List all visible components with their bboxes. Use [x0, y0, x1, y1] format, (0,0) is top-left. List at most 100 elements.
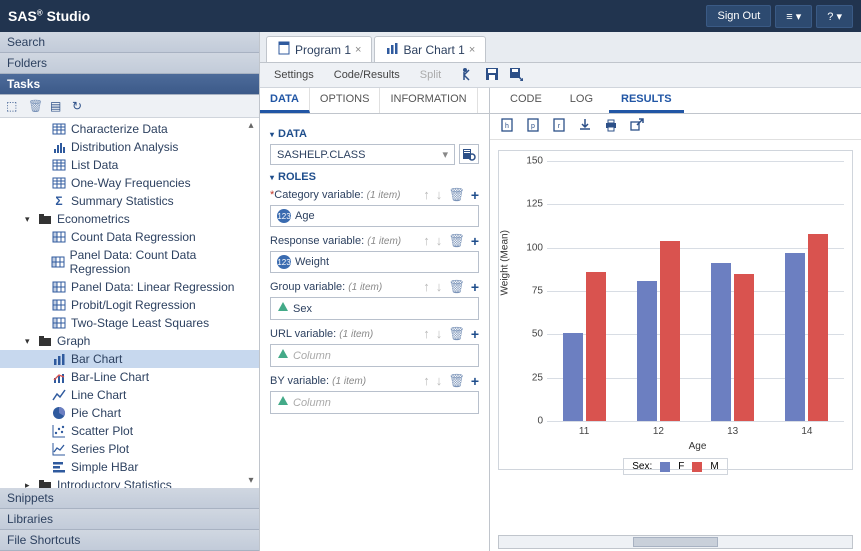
refresh-icon[interactable]: ↻	[72, 99, 86, 113]
tree-item[interactable]: ▾Graph	[0, 332, 259, 350]
role-field[interactable]: 123Age	[270, 205, 479, 227]
add-icon[interactable]: +	[471, 279, 479, 295]
move-up-icon[interactable]: ↑	[423, 373, 430, 389]
move-down-icon[interactable]: ↓	[436, 373, 443, 389]
close-icon[interactable]: ×	[355, 44, 361, 56]
export-pdf-icon[interactable]: p	[526, 118, 540, 135]
tree-item[interactable]: Probit/Logit Regression	[0, 296, 259, 314]
trash-icon[interactable]: 🗑	[448, 373, 465, 389]
coderesults-button[interactable]: Code/Results	[326, 66, 408, 84]
tree-item[interactable]: Series Plot	[0, 440, 259, 458]
data-source-select[interactable]: SASHELP.CLASS▾	[270, 144, 455, 165]
section-tasks[interactable]: Tasks	[0, 74, 259, 95]
editor-tab[interactable]: Program 1×	[266, 36, 372, 62]
roles-section-header[interactable]: ROLES	[270, 171, 479, 183]
move-up-icon[interactable]: ↑	[423, 187, 430, 203]
result-tab-results[interactable]: RESULTS	[609, 88, 684, 113]
tree-item[interactable]: Panel Data: Linear Regression	[0, 278, 259, 296]
tree-item[interactable]: Characterize Data	[0, 120, 259, 138]
tree-item-label: Simple HBar	[71, 460, 138, 474]
scroll-down-icon[interactable]: ▾	[245, 475, 257, 486]
sheet-icon	[52, 122, 66, 136]
horizontal-scrollbar[interactable]	[498, 535, 853, 549]
role-header: Group variable: (1 item)↑↓🗑+	[270, 279, 479, 295]
tree-item[interactable]: Distribution Analysis	[0, 138, 259, 156]
more-menu-button[interactable]: ≡ ▾	[775, 5, 812, 28]
move-down-icon[interactable]: ↓	[436, 326, 443, 342]
tree-item[interactable]: ΣSummary Statistics	[0, 192, 259, 210]
tree-item[interactable]: Pie Chart	[0, 404, 259, 422]
trash-icon[interactable]: 🗑	[448, 233, 465, 249]
signout-button[interactable]: Sign Out	[706, 5, 771, 27]
reg-icon	[52, 298, 66, 312]
char-badge-icon	[277, 301, 289, 316]
pane-tab-information[interactable]: INFORMATION	[380, 88, 477, 113]
chart-bar	[563, 333, 583, 421]
tree-item[interactable]: Simple HBar	[0, 458, 259, 476]
tree-item[interactable]: ▸Introductory Statistics	[0, 476, 259, 488]
section-libraries[interactable]: Libraries	[0, 509, 259, 530]
tree-item[interactable]: Count Data Regression	[0, 228, 259, 246]
tree-item[interactable]: Scatter Plot	[0, 422, 259, 440]
hbar-icon	[52, 460, 66, 474]
add-icon[interactable]: +	[471, 326, 479, 342]
pane-tab-options[interactable]: OPTIONS	[310, 88, 381, 113]
role-field[interactable]: Sex	[270, 297, 479, 320]
trash-icon[interactable]: 🗑	[448, 326, 465, 342]
properties-icon[interactable]: ▤	[50, 99, 64, 113]
move-up-icon[interactable]: ↑	[423, 233, 430, 249]
add-icon[interactable]: +	[471, 373, 479, 389]
role-field[interactable]: Column	[270, 344, 479, 367]
role-field[interactable]: 123Weight	[270, 251, 479, 273]
download-icon[interactable]	[578, 118, 592, 135]
tree-item[interactable]: Bar-Line Chart	[0, 368, 259, 386]
export-html-icon[interactable]: h	[500, 118, 514, 135]
popout-icon[interactable]	[630, 118, 644, 135]
trash-icon[interactable]: 🗑	[448, 187, 465, 203]
tree-item[interactable]: One-Way Frequencies	[0, 174, 259, 192]
role-field[interactable]: Column	[270, 391, 479, 414]
save-icon[interactable]	[485, 67, 499, 84]
data-section-header[interactable]: DATA	[270, 128, 479, 140]
section-snippets[interactable]: Snippets	[0, 488, 259, 509]
result-tab-log[interactable]: LOG	[558, 88, 605, 113]
pane-tab-data[interactable]: DATA	[260, 88, 310, 113]
legend-swatch	[692, 462, 702, 472]
tree-item[interactable]: List Data	[0, 156, 259, 174]
x-axis-label: Age	[547, 441, 848, 452]
data-browse-button[interactable]	[459, 144, 479, 164]
section-folders[interactable]: Folders	[0, 53, 259, 74]
move-down-icon[interactable]: ↓	[436, 187, 443, 203]
role-header: *Category variable: (1 item)↑↓🗑+	[270, 187, 479, 203]
scroll-up-icon[interactable]: ▴	[245, 120, 257, 131]
editor-tab[interactable]: Bar Chart 1×	[374, 36, 486, 62]
result-tab-code[interactable]: CODE	[498, 88, 554, 113]
settings-button[interactable]: Settings	[266, 66, 322, 84]
tree-item-label: Probit/Logit Regression	[71, 298, 196, 312]
section-fileshortcuts[interactable]: File Shortcuts	[0, 530, 259, 551]
config-pane: DATAOPTIONSINFORMATION DATA SASHELP.CLAS…	[260, 88, 490, 551]
move-down-icon[interactable]: ↓	[436, 279, 443, 295]
tree-item[interactable]: ▾Econometrics	[0, 210, 259, 228]
move-up-icon[interactable]: ↑	[423, 326, 430, 342]
open-icon[interactable]: ⬚	[6, 99, 20, 113]
section-search[interactable]: Search	[0, 32, 259, 53]
tree-item[interactable]: Panel Data: Count Data Regression	[0, 246, 259, 278]
run-icon[interactable]	[461, 67, 475, 84]
help-button[interactable]: ? ▾	[816, 5, 853, 28]
sidebar: Search Folders Tasks ⬚ 🗑 ▤ ↻ ▴ ▾ Charact…	[0, 32, 260, 551]
tree-item[interactable]: Line Chart	[0, 386, 259, 404]
saveas-icon[interactable]	[509, 67, 523, 84]
delete-icon[interactable]: 🗑	[28, 99, 42, 113]
move-up-icon[interactable]: ↑	[423, 279, 430, 295]
tree-item[interactable]: Two-Stage Least Squares	[0, 314, 259, 332]
split-button[interactable]: Split	[412, 66, 449, 84]
print-icon[interactable]	[604, 118, 618, 135]
move-down-icon[interactable]: ↓	[436, 233, 443, 249]
add-icon[interactable]: +	[471, 233, 479, 249]
add-icon[interactable]: +	[471, 187, 479, 203]
trash-icon[interactable]: 🗑	[448, 279, 465, 295]
tree-item[interactable]: Bar Chart	[0, 350, 259, 368]
close-icon[interactable]: ×	[469, 44, 475, 56]
export-rtf-icon[interactable]: r	[552, 118, 566, 135]
